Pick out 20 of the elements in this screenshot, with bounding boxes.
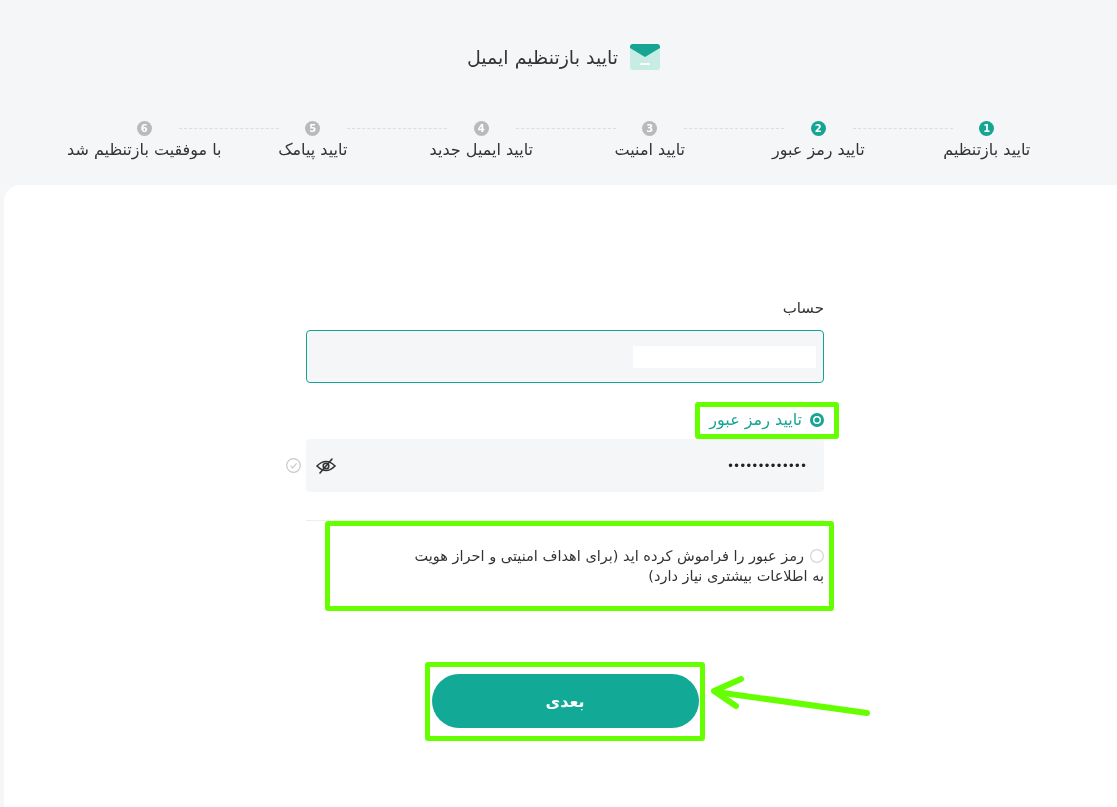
step-label: تایید بازتنظیم — [943, 140, 1031, 160]
step-label: با موفقیت بازتنظیم شد — [67, 140, 222, 160]
page-title: تایید بازتنظیم ایمیل — [466, 45, 619, 71]
step-number: 1 — [979, 121, 995, 136]
eye-slash-icon[interactable] — [316, 457, 336, 474]
step-number: 2 — [810, 121, 826, 136]
step-number: 6 — [136, 121, 152, 136]
envelope-icon — [630, 44, 661, 70]
step-number: 5 — [305, 121, 321, 136]
step-label: تایید ایمیل جدید — [429, 140, 533, 160]
step-label: تایید امنیت — [614, 140, 685, 160]
account-field[interactable] — [306, 330, 824, 383]
step-label: تایید پیامک — [278, 140, 348, 160]
password-field[interactable]: ••••••••••••• — [306, 439, 824, 492]
step-number: 3 — [642, 121, 658, 136]
radio-option[interactable]: رمز عبور را فراموش کرده اید (برای اهداف امنیتی و احراز هویت به اطلاعات بیشتری نیاز دارد) — [406, 546, 824, 586]
password-value: ••••••••••••• — [727, 458, 806, 473]
step-number: 4 — [473, 121, 489, 136]
step-label: تایید رمز عبور — [771, 140, 865, 160]
field-label: حساب — [782, 298, 824, 319]
